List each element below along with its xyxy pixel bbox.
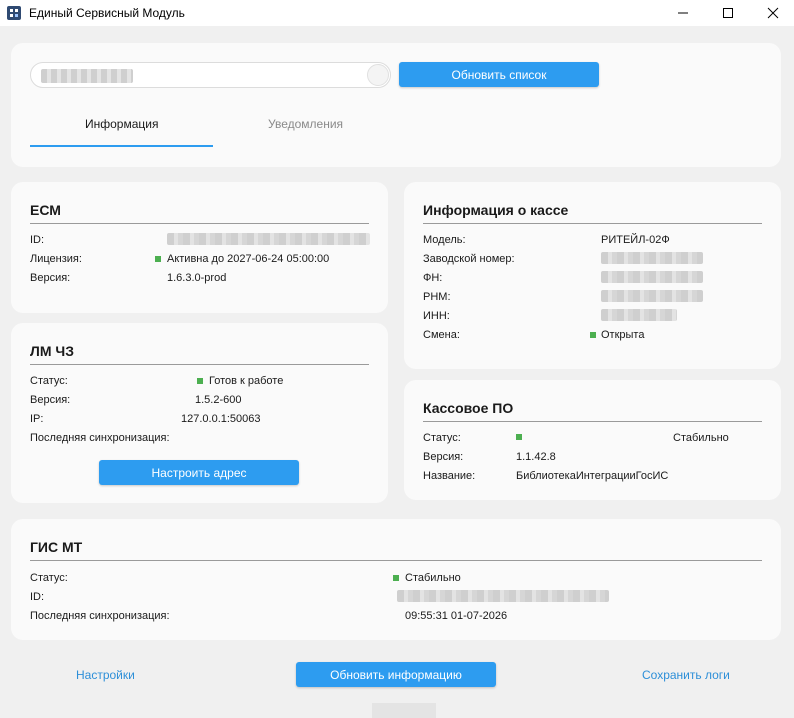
kassa-inn-redacted: [601, 309, 677, 321]
gis-mt-title: ГИС МТ: [30, 539, 83, 555]
minimize-button[interactable]: [660, 0, 706, 26]
gis-mt-divider: [30, 560, 762, 561]
device-search-value: [41, 69, 133, 83]
kassa-serial-label: Заводской номер:: [423, 253, 515, 265]
gis-status-value: Стабильно: [405, 572, 461, 584]
lm-ip-label: IP:: [30, 413, 44, 425]
ecm-id-redacted: [167, 233, 370, 245]
kassa-serial-redacted: [601, 252, 703, 264]
kassa-title: Информация о кассе: [423, 202, 569, 218]
title-bar: Единый Сервисный Модуль: [0, 0, 794, 26]
pos-software-name-value: БиблиотекаИнтеграцииГосИС: [516, 470, 669, 482]
close-icon: [767, 7, 779, 19]
pos-software-version-label: Версия:: [423, 451, 464, 463]
lm-title: ЛМ ЧЗ: [30, 343, 74, 359]
gis-sync-label: Последняя синхронизация:: [30, 610, 170, 622]
lm-status-icon: [197, 378, 203, 384]
ecm-version-value: 1.6.3.0-prod: [167, 272, 227, 284]
kassa-shift-label: Смена:: [423, 329, 460, 341]
device-search-field[interactable]: [30, 62, 391, 88]
tab-notifications[interactable]: Уведомления: [268, 117, 343, 131]
pos-software-name-label: Название:: [423, 470, 476, 482]
active-tab-indicator: [30, 145, 213, 147]
pos-software-panel: Кассовое ПО Статус: Стабильно Версия: 1.…: [404, 380, 781, 500]
top-panel: Обновить список Информация Уведомления: [11, 43, 781, 167]
pos-software-status-value: Стабильно: [673, 432, 729, 444]
lm-divider: [30, 364, 369, 365]
set-address-button[interactable]: Настроить адрес: [99, 460, 299, 485]
maximize-icon: [723, 8, 733, 18]
ecm-license-value: Активна до 2027-06-24 05:00:00: [167, 253, 330, 265]
gis-status-label: Статус:: [30, 572, 68, 584]
ecm-divider: [30, 223, 369, 224]
pos-software-status-icon: [516, 434, 522, 440]
ecm-version-label: Версия:: [30, 272, 71, 284]
pos-software-title: Кассовое ПО: [423, 400, 514, 416]
refresh-info-button[interactable]: Обновить информацию: [296, 662, 496, 687]
gis-id-redacted: [397, 590, 609, 602]
lm-ip-value: 127.0.0.1:50063: [181, 413, 261, 425]
lm-sync-label: Последняя синхронизация:: [30, 432, 170, 444]
kassa-rnm-label: РНМ:: [423, 291, 451, 303]
pos-software-version-value: 1.1.42.8: [516, 451, 556, 463]
gis-mt-panel: ГИС МТ Статус: Стабильно ID: Последняя с…: [11, 519, 781, 640]
search-knob-icon[interactable]: [367, 64, 389, 86]
gis-id-label: ID:: [30, 591, 45, 603]
lm-status-value: Готов к работе: [209, 375, 284, 387]
bottom-drawer-handle[interactable]: [372, 703, 436, 718]
tab-information[interactable]: Информация: [85, 117, 158, 131]
kassa-shift-status-icon: [590, 332, 596, 338]
settings-link[interactable]: Настройки: [76, 668, 135, 682]
kassa-rnm-redacted: [601, 290, 703, 302]
gis-status-icon: [393, 575, 399, 581]
app-icon: [7, 6, 21, 20]
gis-sync-value: 09:55:31 01-07-2026: [405, 610, 508, 622]
ecm-id-label: ID:: [30, 234, 45, 246]
lm-panel: ЛМ ЧЗ Статус: Готов к работе Версия: 1.5…: [11, 323, 388, 503]
kassa-fn-label: ФН:: [423, 272, 443, 284]
window-title: Единый Сервисный Модуль: [29, 6, 185, 20]
ecm-panel: ЕСМ ID: Лицензия: Активна до 2027-06-24 …: [11, 182, 388, 313]
ecm-license-status-icon: [155, 256, 161, 262]
lm-status-label: Статус:: [30, 375, 68, 387]
kassa-panel: Информация о кассе Модель: РИТЕЙЛ-02Ф За…: [404, 182, 781, 369]
kassa-fn-redacted: [601, 271, 703, 283]
lm-version-value: 1.5.2-600: [195, 394, 242, 406]
close-button[interactable]: [750, 0, 794, 26]
ecm-license-label: Лицензия:: [30, 253, 82, 265]
maximize-button[interactable]: [705, 0, 751, 26]
kassa-divider: [423, 223, 762, 224]
kassa-model-label: Модель:: [423, 234, 466, 246]
save-logs-link[interactable]: Сохранить логи: [642, 668, 730, 682]
kassa-shift-value: Открыта: [601, 329, 645, 341]
ecm-title: ЕСМ: [30, 202, 61, 218]
lm-version-label: Версия:: [30, 394, 71, 406]
kassa-model-value: РИТЕЙЛ-02Ф: [601, 234, 670, 246]
pos-software-divider: [423, 421, 762, 422]
kassa-inn-label: ИНН:: [423, 310, 450, 322]
refresh-list-button[interactable]: Обновить список: [399, 62, 599, 87]
pos-software-status-label: Статус:: [423, 432, 461, 444]
minimize-icon: [678, 12, 688, 14]
